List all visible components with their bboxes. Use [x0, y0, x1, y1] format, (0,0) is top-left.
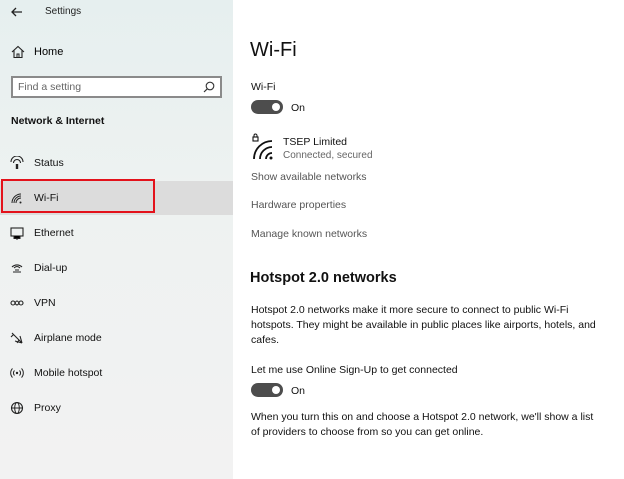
wifi-toggle-label: Wi-Fi	[251, 81, 276, 93]
sidebar-item-vpn[interactable]: VPN	[0, 286, 233, 320]
network-name[interactable]: TSEP Limited	[283, 136, 347, 148]
sidebar-item-proxy[interactable]: Proxy	[0, 391, 233, 425]
sidebar-item-label: VPN	[34, 297, 56, 309]
sidebar-item-label: Dial-up	[34, 262, 68, 274]
sidebar-item-label: Proxy	[34, 402, 61, 414]
sidebar-item-label: Status	[34, 157, 64, 169]
sidebar-item-label: Mobile hotspot	[34, 367, 103, 379]
back-button[interactable]	[7, 3, 27, 21]
sidebar-item-status[interactable]: Status	[0, 146, 233, 180]
ethernet-icon	[10, 227, 24, 240]
page-title: Wi-Fi	[250, 39, 297, 61]
online-signup-toggle[interactable]	[251, 383, 283, 397]
home-icon	[11, 45, 25, 59]
search-input[interactable]	[18, 79, 198, 95]
hotspot-heading: Hotspot 2.0 networks	[250, 270, 397, 286]
back-arrow-icon	[11, 7, 22, 17]
sidebar-item-mobile-hotspot[interactable]: Mobile hotspot	[0, 356, 233, 390]
title-bar: Settings	[0, 0, 233, 26]
app-title: Settings	[45, 6, 82, 17]
globe-icon	[10, 401, 24, 415]
home-label: Home	[34, 46, 64, 58]
secured-wifi-icon[interactable]	[250, 133, 274, 161]
toggle-knob	[272, 386, 280, 394]
hardware-properties-link[interactable]: Hardware properties	[251, 199, 346, 211]
sidebar-item-dialup[interactable]: Dial-up	[0, 251, 233, 285]
network-status: Connected, secured	[283, 150, 373, 161]
search-box[interactable]	[11, 76, 222, 98]
show-available-networks-link[interactable]: Show available networks	[251, 171, 367, 183]
section-heading: Network & Internet	[11, 115, 105, 127]
main-content: Wi-Fi Wi-Fi On TSEP Limited Connected, s…	[233, 0, 624, 479]
status-icon	[10, 156, 24, 169]
wifi-icon	[11, 193, 22, 204]
search-icon[interactable]	[202, 80, 216, 94]
vpn-icon	[10, 300, 24, 306]
home-nav-item[interactable]: Home	[0, 40, 233, 66]
sidebar-item-label: Wi-Fi	[34, 192, 59, 204]
signup-toggle-state: On	[291, 385, 306, 397]
wifi-toggle[interactable]	[251, 100, 283, 114]
sidebar-item-wifi[interactable]: Wi-Fi	[0, 181, 233, 215]
sidebar-item-label: Airplane mode	[34, 332, 102, 344]
signup-footer-text: When you turn this on and choose a Hotsp…	[251, 411, 594, 438]
wifi-toggle-state: On	[291, 102, 306, 114]
manage-known-networks-link[interactable]: Manage known networks	[251, 228, 367, 240]
sidebar-item-airplane-mode[interactable]: Airplane mode	[0, 321, 233, 355]
sidebar-item-label: Ethernet	[34, 227, 74, 239]
signup-toggle-label: Let me use Online Sign-Up to get connect…	[251, 364, 458, 376]
hotspot-description: Hotspot 2.0 networks make it more secure…	[251, 304, 596, 346]
toggle-knob	[272, 103, 280, 111]
hotspot-icon	[10, 368, 24, 378]
dialup-icon	[11, 264, 23, 273]
sidebar-item-ethernet[interactable]: Ethernet	[0, 216, 233, 250]
airplane-icon	[10, 332, 23, 344]
sidebar: Settings Home Network & Internet Status	[0, 0, 233, 479]
